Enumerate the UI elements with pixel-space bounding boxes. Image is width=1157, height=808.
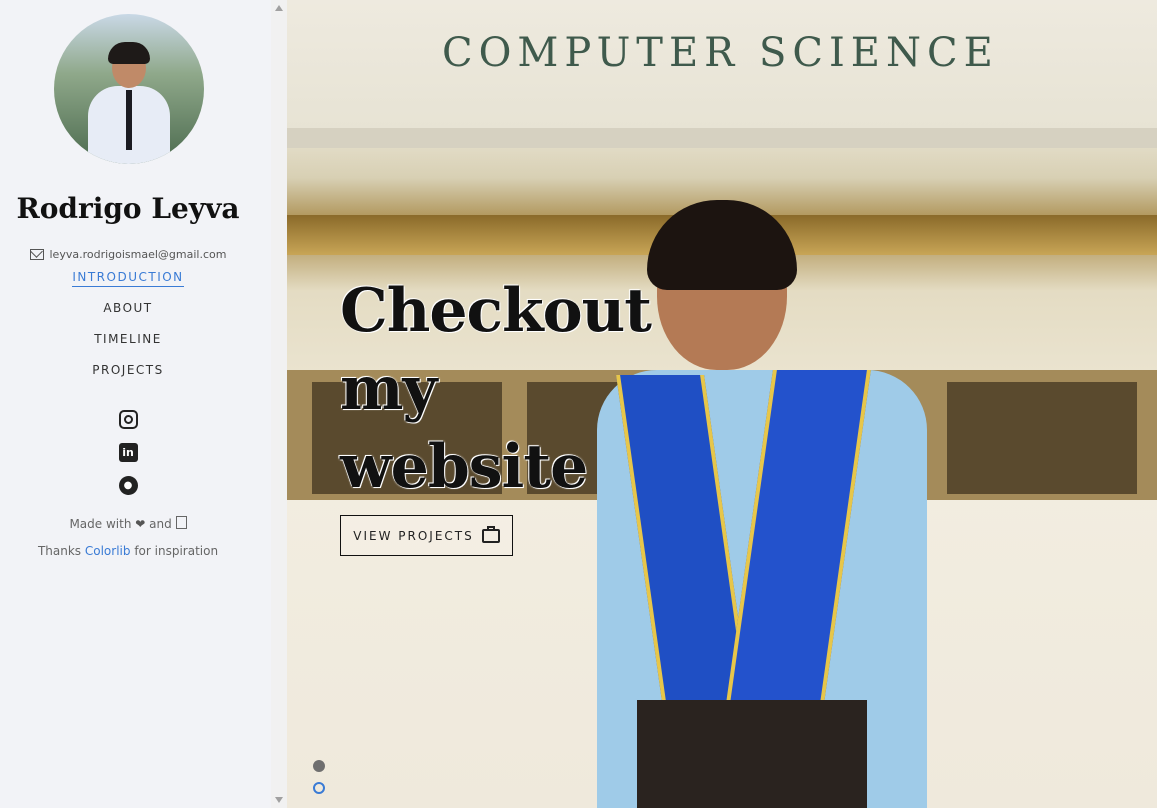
nav-item-label: ABOUT bbox=[103, 301, 153, 315]
nav-item-label: INTRODUCTION bbox=[72, 270, 184, 287]
sidebar: Rodrigo Leyva leyva.rodrigoismael@gmail.… bbox=[0, 0, 271, 808]
thanks-line: Thanks Colorlib for inspiration bbox=[0, 544, 256, 558]
email-text[interactable]: leyva.rodrigoismael@gmail.com bbox=[50, 248, 227, 261]
nav-item-timeline[interactable]: TIMELINE bbox=[0, 332, 256, 363]
slider-dot-1[interactable] bbox=[313, 760, 325, 772]
sidebar-nav: INTRODUCTION ABOUT TIMELINE PROJECTS bbox=[0, 270, 256, 394]
scroll-down-icon[interactable] bbox=[275, 797, 283, 803]
sidebar-scrollbar[interactable] bbox=[271, 0, 287, 808]
headline-line: my bbox=[340, 354, 437, 424]
person-pants bbox=[637, 700, 867, 808]
instagram-icon[interactable] bbox=[118, 410, 138, 429]
building-sign: COMPUTER SCIENCE bbox=[442, 30, 999, 76]
view-projects-button[interactable]: VIEW PROJECTS bbox=[340, 515, 513, 556]
social-links: in ● bbox=[0, 410, 256, 509]
headline-line: Checkout bbox=[340, 276, 652, 346]
slider-dots bbox=[313, 760, 325, 804]
github-icon[interactable]: ● bbox=[118, 476, 138, 495]
made-with-text: Made with bbox=[69, 517, 132, 531]
inspiration-text: for inspiration bbox=[134, 544, 219, 558]
building-ledge bbox=[287, 128, 1157, 148]
slider-dot-2[interactable] bbox=[313, 782, 325, 794]
avatar bbox=[54, 14, 204, 164]
avatar-hair bbox=[108, 42, 150, 64]
scroll-up-icon[interactable] bbox=[275, 5, 283, 11]
window bbox=[947, 382, 1137, 494]
book-icon bbox=[175, 516, 187, 529]
colorlib-link[interactable]: Colorlib bbox=[85, 544, 131, 558]
profile-name: Rodrigo Leyva bbox=[16, 192, 240, 225]
nav-item-about[interactable]: ABOUT bbox=[0, 301, 256, 332]
envelope-icon bbox=[29, 249, 44, 260]
and-text: and bbox=[149, 517, 172, 531]
linkedin-icon[interactable]: in bbox=[118, 443, 138, 462]
heart-icon: ❤ bbox=[135, 517, 146, 531]
nav-item-projects[interactable]: PROJECTS bbox=[0, 363, 256, 394]
thanks-text: Thanks bbox=[37, 544, 82, 558]
email-row[interactable]: leyva.rodrigoismael@gmail.com bbox=[0, 248, 256, 261]
headline-line: website bbox=[340, 432, 588, 502]
made-with-line: Made with ❤ and bbox=[0, 516, 256, 531]
hero-slider: COMPUTER SCIENCE Checkout my website VIE… bbox=[287, 0, 1157, 808]
nav-item-introduction[interactable]: INTRODUCTION bbox=[0, 270, 256, 301]
view-projects-label: VIEW PROJECTS bbox=[353, 528, 474, 543]
person-hair bbox=[647, 200, 797, 290]
nav-item-label: TIMELINE bbox=[94, 332, 162, 346]
nav-item-label: PROJECTS bbox=[92, 363, 164, 377]
hero-headline: Checkout my website bbox=[340, 272, 652, 506]
avatar-tie bbox=[126, 90, 132, 150]
briefcase-icon bbox=[481, 525, 500, 543]
